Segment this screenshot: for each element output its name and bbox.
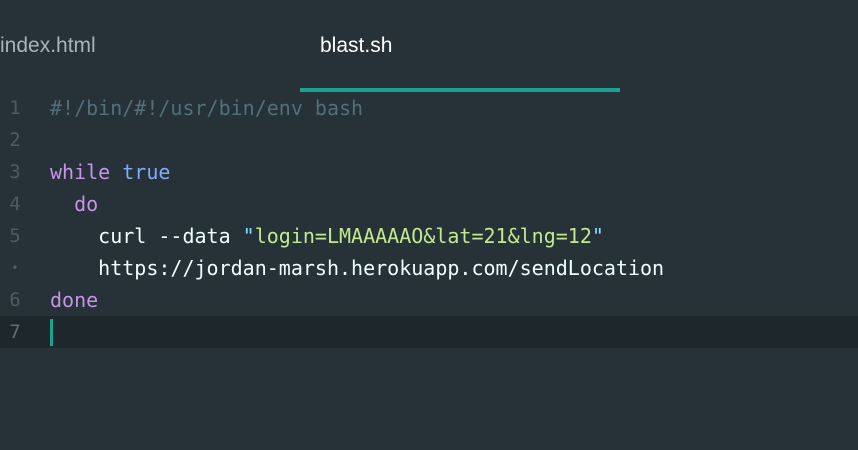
code-editor: index.html blast.sh 1 #!/bin/#!/usr/bin/… (0, 0, 858, 450)
line-number: 1 (9, 97, 21, 119)
code-line-6: 6 done (0, 284, 858, 316)
code-line-3: 3 while true (0, 156, 858, 188)
string-literal: login=LMAAAAAO&lat=21&lng=12 (254, 224, 592, 248)
code-line-4: 4 do (0, 188, 858, 220)
line-content: do (50, 188, 98, 220)
builtin-true: true (122, 160, 171, 184)
url-text: https://jordan-marsh.herokuapp.com/sendL… (98, 256, 665, 280)
soft-wrap-indicator: • (11, 261, 19, 275)
line-number: 2 (9, 129, 21, 151)
line-number: 3 (9, 161, 21, 183)
code-line-5-wrap: • https://jordan-marsh.herokuapp.com/sen… (0, 252, 858, 284)
text-cursor (50, 319, 53, 346)
keyword-do: do (74, 192, 99, 216)
line-content: while true (50, 156, 170, 188)
line-number: 5 (9, 225, 21, 247)
shebang-comment: #!/bin/#!/usr/bin/env bash (50, 96, 364, 120)
keyword-done: done (50, 288, 99, 312)
line-number: 4 (9, 193, 21, 215)
line-content: #!/bin/#!/usr/bin/env bash (50, 92, 363, 124)
tab-index-html[interactable]: index.html (0, 0, 150, 92)
string-quote-close: " (591, 224, 604, 248)
curl-command: curl --data (98, 224, 243, 248)
tab-blast-sh[interactable]: blast.sh (300, 0, 620, 92)
line-content: done (50, 284, 98, 316)
code-line-5: 5 curl --data "login=LMAAAAAO&lat=21&lng… (0, 220, 858, 252)
line-number: 7 (9, 321, 21, 343)
tab-label: blast.sh (320, 34, 393, 57)
code-line-2: 2 (0, 124, 858, 156)
code-line-1: 1 #!/bin/#!/usr/bin/env bash (0, 92, 858, 124)
line-content: curl --data "login=LMAAAAAO&lat=21&lng=1… (50, 220, 604, 252)
line-content: https://jordan-marsh.herokuapp.com/sendL… (50, 252, 664, 284)
line-number: 6 (9, 289, 21, 311)
keyword-while: while (50, 160, 111, 184)
tab-label: index.html (0, 34, 96, 57)
code-area[interactable]: 1 #!/bin/#!/usr/bin/env bash 2 3 while t… (0, 92, 858, 450)
tab-bar: index.html blast.sh (0, 0, 858, 92)
string-quote-open: " (242, 224, 255, 248)
code-line-7-current: 7 (0, 316, 858, 348)
